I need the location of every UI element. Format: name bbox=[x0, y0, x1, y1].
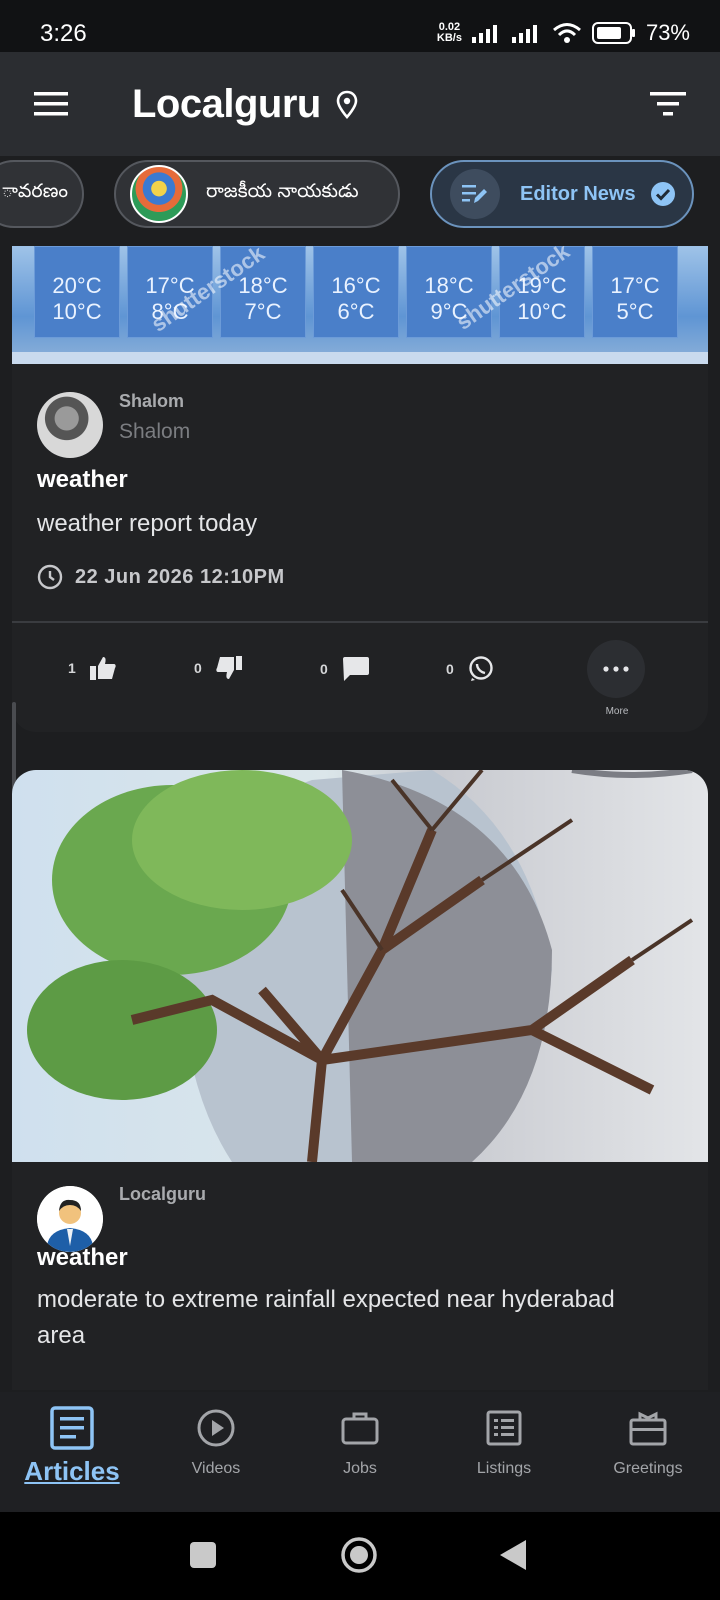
comment-button[interactable]: 0 bbox=[320, 656, 370, 682]
battery-icon bbox=[591, 22, 635, 44]
tile-low: 6°C bbox=[337, 299, 375, 324]
whatsapp-share-button[interactable]: 0 bbox=[446, 656, 494, 682]
post-action-bar: 1 0 0 0 More bbox=[12, 632, 708, 724]
nav-item-videos[interactable]: Videos bbox=[144, 1406, 288, 1478]
author-name[interactable]: Shalom bbox=[119, 391, 184, 412]
post-title: weather bbox=[37, 466, 128, 493]
tile-low: 10°C bbox=[52, 299, 102, 324]
article-card[interactable]: 20°C 10°C 17°C 8°C 18°C 7°C 16°C 6°C 18°… bbox=[12, 246, 708, 732]
post-timestamp-row: 22 Jun 2026 12:10PM bbox=[37, 564, 285, 590]
more-dots-icon bbox=[603, 666, 629, 672]
weather-tile: 17°C 5°C bbox=[592, 246, 678, 338]
list-icon bbox=[486, 1410, 522, 1446]
weather-tile: 16°C 6°C bbox=[313, 246, 399, 338]
tile-low: 7°C bbox=[244, 299, 282, 324]
briefcase-icon bbox=[341, 1412, 379, 1445]
post-timestamp: 22 Jun 2026 12:10PM bbox=[75, 565, 285, 588]
nav-label: Jobs bbox=[343, 1460, 377, 1477]
network-speed-unit: KB/s bbox=[436, 32, 462, 44]
nav-label: Videos bbox=[191, 1460, 241, 1477]
play-circle-icon bbox=[197, 1409, 235, 1447]
tile-high: 17°C bbox=[610, 273, 660, 298]
chip-label: ావరణం bbox=[2, 181, 69, 202]
chip-label: రాజకీయ నాయకుడు bbox=[206, 181, 359, 202]
edit-note-icon bbox=[450, 169, 500, 219]
wifi-icon bbox=[552, 23, 581, 43]
share-count: 0 bbox=[446, 661, 454, 677]
verified-check-icon bbox=[650, 182, 675, 206]
whatsapp-icon bbox=[469, 656, 493, 681]
location-pin-icon[interactable] bbox=[335, 90, 359, 120]
post-title: weather bbox=[37, 1244, 128, 1271]
editor-news-chip[interactable]: Editor News bbox=[430, 160, 694, 228]
signal-icon bbox=[471, 25, 497, 43]
card-divider bbox=[12, 621, 708, 623]
signal-icon bbox=[511, 25, 537, 43]
comment-icon bbox=[342, 657, 369, 681]
system-navigation-bar bbox=[0, 1512, 720, 1600]
tile-high: 16°C bbox=[331, 273, 381, 298]
user-avatar-icon bbox=[37, 1186, 103, 1252]
author-subtitle: Shalom bbox=[119, 420, 191, 443]
post-body: weather report today bbox=[37, 510, 258, 537]
article-image bbox=[12, 770, 708, 1162]
gift-icon bbox=[629, 1411, 667, 1446]
like-button[interactable]: 1 bbox=[68, 656, 116, 680]
category-chip[interactable]: రాజకీయ నాయకుడు bbox=[114, 160, 400, 228]
like-count: 1 bbox=[68, 660, 76, 676]
clock-icon bbox=[37, 564, 63, 590]
category-chip-row: ావరణం రాజకీయ నాయకుడు Editor News bbox=[0, 156, 720, 246]
recent-apps-icon[interactable] bbox=[190, 1542, 216, 1568]
author-avatar[interactable] bbox=[37, 1186, 103, 1252]
app-header: Localguru bbox=[0, 52, 720, 156]
dislike-count: 0 bbox=[194, 660, 202, 676]
thumbs-up-icon bbox=[89, 657, 116, 680]
nav-item-listings[interactable]: Listings bbox=[432, 1406, 576, 1478]
nav-item-jobs[interactable]: Jobs bbox=[288, 1406, 432, 1478]
dislike-button[interactable]: 0 bbox=[194, 656, 242, 680]
status-icons: 0.02 KB/s 73% bbox=[437, 20, 690, 46]
more-button[interactable] bbox=[587, 640, 645, 698]
chip-label: Editor News bbox=[520, 182, 636, 205]
tile-high: 20°C bbox=[52, 273, 102, 298]
network-speed: 0.02 KB/s bbox=[437, 22, 462, 44]
author-avatar[interactable] bbox=[37, 392, 103, 458]
nav-label: Listings bbox=[476, 1460, 532, 1477]
post-body: moderate to extreme rainfall expected ne… bbox=[37, 1286, 615, 1349]
articles-icon bbox=[50, 1406, 94, 1450]
tile-low: 5°C bbox=[616, 299, 654, 324]
nav-label: Greetings bbox=[613, 1460, 683, 1477]
chip-avatar bbox=[130, 165, 188, 223]
article-image: 20°C 10°C 17°C 8°C 18°C 7°C 16°C 6°C 18°… bbox=[12, 246, 708, 364]
article-card[interactable]: Localguru weather moderate to extreme ra… bbox=[12, 770, 708, 1390]
filter-icon[interactable] bbox=[650, 90, 686, 118]
nav-item-articles[interactable]: Articles bbox=[0, 1406, 144, 1487]
more-label: More bbox=[605, 706, 629, 717]
nav-item-greetings[interactable]: Greetings bbox=[576, 1406, 720, 1478]
category-chip[interactable]: ావరణం bbox=[0, 160, 84, 228]
status-time: 3:26 bbox=[40, 20, 87, 47]
bottom-navigation: Articles Videos Jobs Listings Greetings bbox=[0, 1392, 720, 1512]
home-icon[interactable] bbox=[340, 1536, 378, 1574]
app-title: Localguru bbox=[132, 82, 321, 126]
image-strip bbox=[12, 352, 708, 364]
weather-tile: 20°C 10°C bbox=[34, 246, 120, 338]
battery-percentage: 73% bbox=[645, 20, 690, 45]
status-bar: 3:26 0.02 KB/s 73% bbox=[0, 0, 720, 52]
hamburger-menu-icon[interactable] bbox=[34, 92, 68, 116]
nav-label: Articles bbox=[24, 1456, 120, 1486]
thumbs-down-icon bbox=[216, 656, 242, 679]
author-name[interactable]: Localguru bbox=[119, 1184, 206, 1205]
tree-illustration bbox=[27, 770, 694, 1162]
back-icon[interactable] bbox=[500, 1540, 526, 1570]
comment-count: 0 bbox=[320, 661, 328, 677]
